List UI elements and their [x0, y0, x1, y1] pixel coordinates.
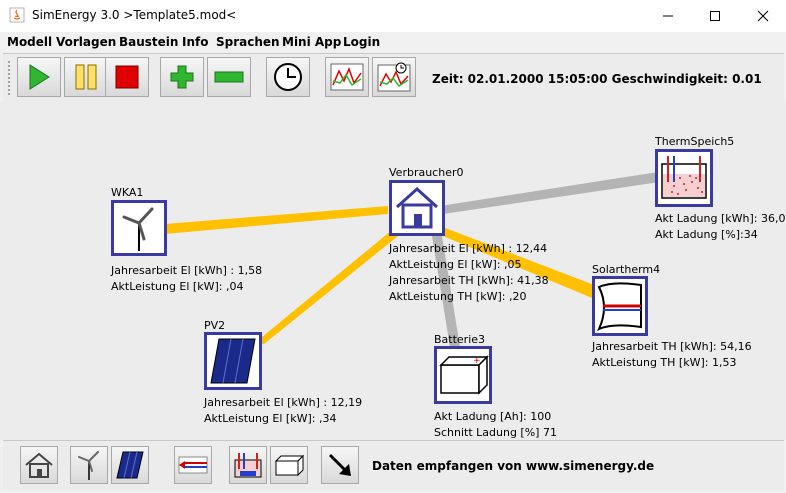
node-stat: AktLeistung TH [kW]: ,20: [389, 290, 527, 303]
add-thermspeich-button[interactable]: [229, 446, 267, 484]
thermal-storage-icon: [661, 156, 707, 199]
menu-bar: Modell Vorlagen Baustein Info Sprachen M…: [0, 32, 786, 52]
menu-modell[interactable]: Modell: [7, 35, 52, 49]
chart-timer-button[interactable]: [372, 57, 416, 97]
play-icon: [29, 64, 50, 90]
node-name-solartherm: Solartherm4: [592, 263, 661, 276]
menu-sprachen[interactable]: Sprachen: [216, 35, 280, 49]
menu-baustein[interactable]: Baustein: [119, 35, 178, 49]
simulation-status: Zeit: 02.01.2000 15:05:00 Geschwindigkei…: [432, 72, 762, 86]
add-wka-button[interactable]: [70, 446, 108, 484]
title-bar: SimEnergy 3.0 >Template5.mod<: [0, 0, 786, 32]
menu-info[interactable]: Info: [182, 35, 208, 49]
add-solartherm-button[interactable]: [174, 446, 212, 484]
chart-timer-icon: [377, 62, 411, 92]
model-canvas[interactable]: Verbraucher0 Jahresarbeit El [kWh] : 12,…: [0, 102, 786, 440]
batterie-node[interactable]: +: [434, 346, 492, 404]
zoom-out-button[interactable]: [207, 57, 251, 97]
clock-icon: [274, 63, 302, 91]
node-stat: Schnitt Ladung [%] 71: [434, 426, 557, 439]
verbraucher-node[interactable]: [389, 180, 445, 236]
node-stat: Akt Ladung [kWh]: 36,07: [655, 212, 786, 225]
pause-button[interactable]: [64, 57, 108, 97]
minimize-icon: [663, 15, 673, 17]
battery-icon: [274, 454, 304, 477]
node-stat: AktLeistung El [kW]: ,04: [111, 280, 244, 293]
solartherm-node[interactable]: [592, 276, 648, 336]
close-icon: [757, 10, 769, 22]
wka-node[interactable]: [111, 200, 167, 256]
add-verbraucher-button[interactable]: [20, 446, 58, 484]
zoom-in-button[interactable]: [160, 57, 204, 97]
pv-node[interactable]: [204, 332, 262, 390]
play-button[interactable]: [17, 57, 61, 97]
pause-icon: [75, 64, 97, 90]
connection-verbraucher-thermspeich[interactable]: [440, 172, 660, 214]
zoom-in-icon: [170, 65, 194, 89]
node-stat: AktLeistung TH [kW]: 1,53: [592, 356, 737, 369]
solar-thermal-icon: [597, 282, 642, 331]
java-app-icon: [9, 7, 25, 23]
add-batterie-button[interactable]: [270, 446, 308, 484]
solar-thermal-icon: [178, 456, 208, 474]
menu-mini-app[interactable]: Mini App: [282, 35, 341, 49]
solar-panel-icon: [116, 451, 144, 479]
chart-button[interactable]: [325, 57, 369, 97]
arrow-icon: [328, 453, 351, 476]
node-stat: Jahresarbeit El [kWh] : 12,19: [204, 396, 363, 409]
menu-vorlagen[interactable]: Vorlagen: [56, 35, 116, 49]
add-pv-button[interactable]: [111, 446, 149, 484]
node-stat: Jahresarbeit El [kWh] : 1,58: [111, 264, 263, 277]
maximize-icon: [710, 11, 720, 21]
data-source-status: Daten empfangen von www.simenergy.de: [372, 459, 655, 473]
node-name-verbraucher: Verbraucher0: [389, 166, 464, 179]
window-title: SimEnergy 3.0 >Template5.mod<: [32, 8, 237, 22]
node-name-pv: PV2: [204, 319, 226, 332]
add-connection-button[interactable]: [321, 446, 359, 484]
chart-icon: [330, 63, 364, 91]
stop-icon: [115, 65, 139, 89]
connection-pv-verbraucher[interactable]: [256, 230, 398, 344]
thermspeich-node[interactable]: [655, 149, 713, 207]
svg-text:+: +: [473, 356, 481, 366]
menu-login[interactable]: Login: [343, 35, 380, 49]
house-icon: [25, 452, 53, 478]
close-button[interactable]: [740, 0, 786, 32]
solar-panel-icon: [210, 338, 256, 384]
toolbar: Zeit: 02.01.2000 15:05:00 Geschwindigkei…: [3, 53, 784, 103]
node-stat: AktLeistung El [kW]: ,34: [204, 412, 337, 425]
wind-turbine-icon: [122, 207, 154, 251]
node-stat: Akt Ladung [%]:34: [655, 228, 758, 241]
node-stat: Jahresarbeit TH [kWh]: 41,38: [389, 274, 549, 287]
toolbar-grip[interactable]: [7, 60, 11, 96]
thermal-storage-icon: [234, 453, 262, 478]
minimize-button[interactable]: [645, 0, 691, 32]
node-name-batterie: Batterie3: [434, 333, 486, 346]
battery-icon: +: [439, 355, 489, 395]
component-palette: Daten empfangen von www.simenergy.de: [3, 440, 784, 491]
node-stat: AktLeistung El [kW]: ,05: [389, 258, 522, 271]
zoom-out-icon: [214, 71, 244, 83]
node-stat: Jahresarbeit El [kWh] : 12,44: [389, 242, 548, 255]
maximize-button[interactable]: [692, 0, 738, 32]
node-name-wka: WKA1: [111, 186, 144, 199]
node-name-thermspeich: ThermSpeich5: [655, 135, 735, 148]
wind-turbine-icon: [78, 451, 99, 480]
house-icon: [395, 186, 439, 229]
connection-wka-verbraucher[interactable]: [165, 206, 388, 234]
node-stat: Akt Ladung [Ah]: 100: [434, 410, 552, 423]
node-stat: Jahresarbeit TH [kWh]: 54,16: [592, 340, 752, 353]
clock-button[interactable]: [266, 57, 310, 97]
stop-button[interactable]: [105, 57, 149, 97]
